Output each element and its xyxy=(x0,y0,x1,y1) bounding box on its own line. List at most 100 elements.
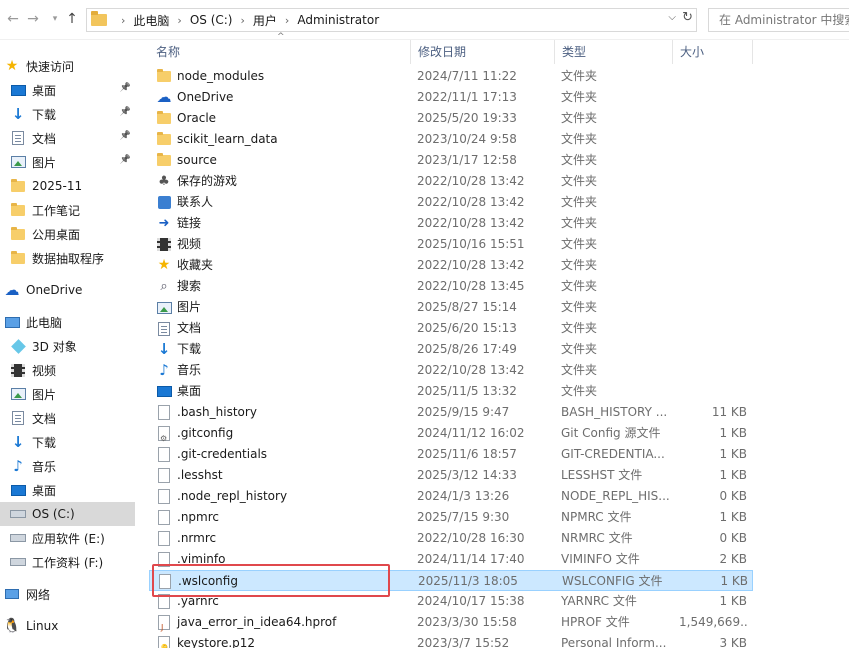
file-row[interactable]: 文档 2025/6/20 15:13 文件夹 xyxy=(149,318,753,339)
nav-item[interactable]: 此电脑 xyxy=(0,310,135,334)
nav-item[interactable]: ☁ OneDrive xyxy=(0,278,135,302)
nav-item[interactable]: 3D 对象 xyxy=(0,334,135,358)
file-row[interactable]: ☁ OneDrive 2022/11/1 17:13 文件夹 xyxy=(149,87,753,108)
nav-item[interactable]: 桌面 📌 xyxy=(0,78,135,102)
file-row[interactable]: ♪ 音乐 2022/10/28 13:42 文件夹 xyxy=(149,360,753,381)
nav-item[interactable]: ↓ 下载 xyxy=(0,430,135,454)
drive-icon xyxy=(10,558,26,566)
file-date: 2025/6/20 15:13 xyxy=(417,321,517,335)
file-row[interactable]: .lesshst 2025/3/12 14:33 LESSHST 文件 1 KB xyxy=(149,465,753,486)
file-row[interactable]: Oracle 2025/5/20 19:33 文件夹 xyxy=(149,108,753,129)
column-header-date[interactable]: 修改日期 xyxy=(411,40,555,64)
nav-item[interactable]: 视频 xyxy=(0,358,135,382)
file-row[interactable]: 联系人 2022/10/28 13:42 文件夹 xyxy=(149,192,753,213)
file-row[interactable]: .node_repl_history 2024/1/3 13:26 NODE_REP… xyxy=(149,486,753,507)
nav-item[interactable]: 桌面 xyxy=(0,478,135,502)
nav-item-label: 图片 xyxy=(32,387,57,402)
file-name-cell: Oracle xyxy=(156,108,411,129)
column-header-name[interactable]: 名称 xyxy=(149,40,411,64)
file-row[interactable]: ★ 收藏夹 2022/10/28 13:42 文件夹 xyxy=(149,255,753,276)
file-name-cell: .viminfo xyxy=(156,549,411,570)
desktop-icon xyxy=(10,484,26,496)
file-row[interactable]: ♣ 保存的游戏 2022/10/28 13:42 文件夹 xyxy=(149,171,753,192)
file-row[interactable]: java_error_in_idea64.hprof 2023/3/30 15:5… xyxy=(149,612,753,633)
nav-icon-wrapper xyxy=(10,362,26,378)
breadcrumb-users[interactable]: 用户 xyxy=(253,12,277,29)
pictures-icon xyxy=(10,156,26,168)
nav-item[interactable]: 公用桌面 xyxy=(0,222,135,246)
file-icon-wrapper: ⌕ xyxy=(156,279,172,295)
breadcrumb-separator-icon: › xyxy=(121,13,126,27)
column-header-type[interactable]: 类型 xyxy=(555,40,673,64)
file-row[interactable]: .gitconfig 2024/11/12 16:02 Git Config 源文件… xyxy=(149,423,753,444)
file-row[interactable]: scikit_learn_data 2023/10/24 9:58 文件夹 xyxy=(149,129,753,150)
nav-item[interactable]: ↓ 下载 📌 xyxy=(0,102,135,126)
desktop-icon xyxy=(156,386,172,397)
pin-icon[interactable]: 📌 xyxy=(120,155,131,165)
nav-item[interactable]: 网络 xyxy=(0,582,135,606)
breadcrumb-os-c[interactable]: OS (C:) xyxy=(190,13,233,27)
file-row[interactable]: ↓ 下载 2025/8/26 17:49 文件夹 xyxy=(149,339,753,360)
address-history-dropdown-icon[interactable]: ⌵ xyxy=(668,12,676,23)
nav-item[interactable]: OS (C:) xyxy=(0,502,135,526)
file-name: .wslconfig xyxy=(178,574,238,588)
nav-item[interactable]: 文档 📌 xyxy=(0,126,135,150)
nav-item[interactable]: 应用软件 (E:) xyxy=(0,526,135,550)
file-row[interactable]: .nrmrc 2022/10/28 16:30 NRMRC 文件 0 KB xyxy=(149,528,753,549)
file-row[interactable]: 视频 2025/10/16 15:51 文件夹 xyxy=(149,234,753,255)
file-size: 0 KB xyxy=(719,531,747,545)
nav-icon-wrapper xyxy=(10,338,26,354)
nav-item[interactable]: 文档 xyxy=(0,406,135,430)
file-type: 文件夹 xyxy=(561,216,598,230)
file-type: 文件夹 xyxy=(561,321,598,335)
address-bar[interactable]: › 此电脑 › OS (C:) › 用户 › Administrator ⌵ ↻ xyxy=(86,8,697,32)
up-arrow-icon[interactable]: ↑ xyxy=(61,8,83,30)
nav-item[interactable]: 数据抽取程序 xyxy=(0,246,135,270)
file-row[interactable]: node_modules 2024/7/11 11:22 文件夹 xyxy=(149,66,753,87)
nav-item[interactable]: 图片 xyxy=(0,382,135,406)
file-row[interactable]: .viminfo 2024/11/14 17:40 VIMINFO 文件 2 KB xyxy=(149,549,753,570)
nav-icon-wrapper: ★ xyxy=(4,58,20,74)
nav-item[interactable]: 🐧 Linux xyxy=(0,614,135,638)
file-icon-wrapper xyxy=(156,405,172,421)
refresh-icon[interactable]: ↻ xyxy=(682,10,693,25)
search-input[interactable]: 在 Administrator 中搜索 xyxy=(708,8,849,32)
file-row[interactable]: .yarnrc 2024/10/17 15:38 YARNRC 文件 1 KB xyxy=(149,591,753,612)
file-name: .nrmrc xyxy=(177,531,217,545)
file-row-selected[interactable]: .wslconfig 2025/11/3 18:05 WSLCONFIG 文件 1 K… xyxy=(149,570,753,591)
breadcrumb-this-pc[interactable]: 此电脑 xyxy=(133,12,169,29)
back-arrow-icon[interactable]: ← xyxy=(2,8,24,30)
file-row[interactable]: ➜ 链接 2022/10/28 13:42 文件夹 xyxy=(149,213,753,234)
breadcrumb-administrator[interactable]: Administrator xyxy=(297,13,379,27)
file-row[interactable]: ⌕ 搜索 2022/10/28 13:45 文件夹 xyxy=(149,276,753,297)
nav-item[interactable]: 2025-11 xyxy=(0,174,135,198)
file-type: NPMRC 文件 xyxy=(561,510,632,524)
file-row[interactable]: .bash_history 2025/9/15 9:47 BASH_HISTORY … xyxy=(149,402,753,423)
nav-item[interactable]: 工作笔记 xyxy=(0,198,135,222)
file-row[interactable]: 桌面 2025/11/5 13:32 文件夹 xyxy=(149,381,753,402)
file-name-cell: keystore.p12 xyxy=(156,633,411,648)
file-name-cell: .gitconfig xyxy=(156,423,411,444)
file-row[interactable]: .npmrc 2025/7/15 9:30 NPMRC 文件 1 KB xyxy=(149,507,753,528)
nav-item[interactable]: ♪ 音乐 xyxy=(0,454,135,478)
pin-icon[interactable]: 📌 xyxy=(120,131,131,141)
file-name: .git-credentials xyxy=(177,447,268,461)
nav-item[interactable]: ★ 快速访问 xyxy=(0,54,135,78)
column-header-size[interactable]: 大小 xyxy=(673,40,753,64)
file-row[interactable]: .git-credentials 2025/11/6 18:57 GIT-CREDE… xyxy=(149,444,753,465)
file-row[interactable]: keystore.p12 2023/3/7 15:52 Personal Infor… xyxy=(149,633,753,648)
file-size: 0 KB xyxy=(719,489,747,503)
column-headers: 名称 修改日期 类型 大小 xyxy=(149,40,849,64)
nav-icon-wrapper xyxy=(10,410,26,426)
forward-arrow-icon[interactable]: → xyxy=(22,8,44,30)
nav-icon-wrapper xyxy=(10,482,26,498)
file-row[interactable]: source 2023/1/17 12:58 文件夹 xyxy=(149,150,753,171)
file-row[interactable]: 图片 2025/8/27 15:14 文件夹 xyxy=(149,297,753,318)
file-size: 1,549,669... xyxy=(679,615,747,629)
nav-item[interactable]: 图片 📌 xyxy=(0,150,135,174)
nav-item[interactable]: 工作资料 (F:) xyxy=(0,550,135,574)
pin-icon[interactable]: 📌 xyxy=(120,83,131,93)
file-date: 2023/3/30 15:58 xyxy=(417,615,517,629)
drive-icon xyxy=(10,534,26,542)
pin-icon[interactable]: 📌 xyxy=(120,107,131,117)
